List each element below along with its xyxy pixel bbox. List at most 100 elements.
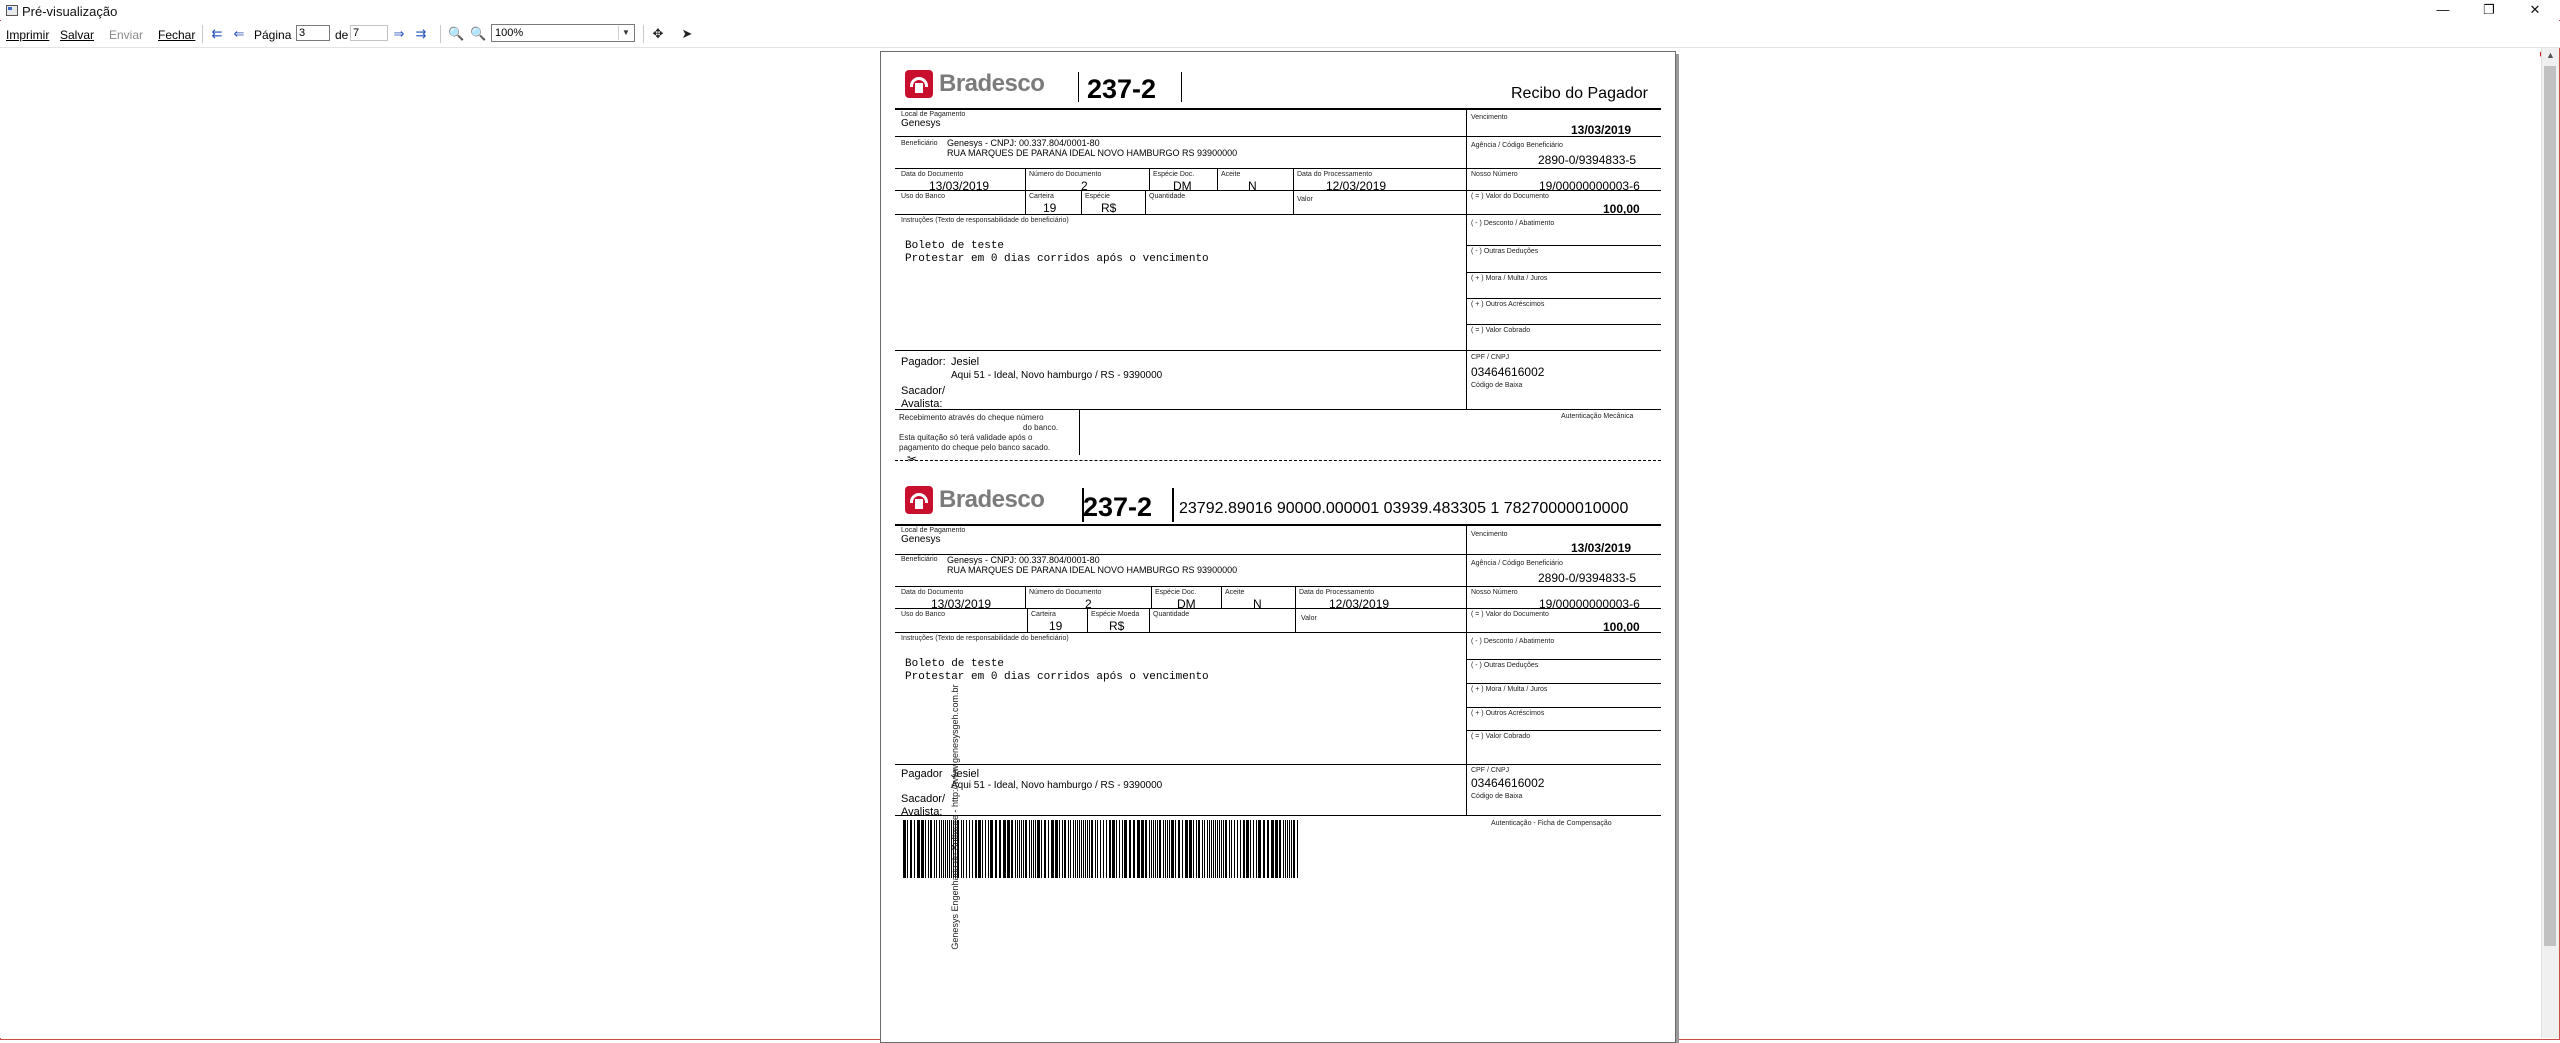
slip-payment-place-label: Local de Pagamento	[901, 527, 966, 534]
receipt-payer-name: Jesiel	[951, 356, 980, 368]
receipt-payer-label: Pagador:	[901, 356, 946, 368]
scrollbar-thumb[interactable]	[2544, 66, 2556, 946]
slip-charged-label: ( = ) Valor Cobrado	[1471, 733, 1531, 740]
barcode-bar	[1037, 820, 1040, 878]
barcode-bar	[1237, 820, 1238, 878]
vertical-scrollbar[interactable]: ▲	[2541, 48, 2559, 1038]
barcode-bar	[1109, 820, 1111, 878]
barcode-bar	[1240, 820, 1241, 878]
receipt-beneficiary-line1: Genesys - CNPJ: 00.337.804/0001-80	[947, 138, 1100, 148]
barcode-bar	[910, 820, 912, 878]
barcode-bar	[1103, 820, 1104, 878]
barcode-bar	[1007, 820, 1010, 878]
barcode-bar	[903, 820, 906, 878]
maximize-button[interactable]: ❐	[2466, 0, 2512, 20]
slip-our-number-label: Nosso Número	[1471, 589, 1518, 596]
barcode-bar	[1289, 820, 1290, 878]
boleto-page: Bradesco 237-2 Recibo do Pagador Local d…	[880, 51, 1676, 1043]
barcode-bar	[1215, 820, 1216, 878]
barcode-bar	[961, 820, 962, 878]
slip-interest-label: ( + ) Mora / Multa / Juros	[1471, 686, 1548, 693]
last-page-icon[interactable]: ⇉	[414, 26, 428, 42]
slip-discount-label: ( - ) Desconto / Abatimento	[1471, 638, 1555, 645]
barcode-bar	[1097, 820, 1098, 878]
barcode-bar	[945, 820, 946, 878]
barcode-bar	[1198, 820, 1200, 878]
page-of-label: de	[335, 28, 349, 42]
barcode-bar	[1025, 820, 1027, 878]
save-button[interactable]: Salvar	[60, 28, 94, 42]
chevron-down-icon[interactable]: ▼	[618, 26, 633, 40]
barcode-bar	[1112, 820, 1115, 878]
close-preview-button[interactable]: Fechar	[158, 28, 195, 42]
barcode-bar	[1017, 820, 1018, 878]
barcode-bar	[1116, 820, 1117, 878]
barcode-bar	[1081, 820, 1082, 878]
move-icon[interactable]: ✥	[650, 26, 666, 42]
slip-cpf-label: CPF / CNPJ	[1471, 767, 1510, 774]
slip-value-label: Valor	[1301, 615, 1317, 622]
barcode-bar	[914, 820, 915, 878]
barcode-bar	[1193, 820, 1194, 878]
barcode-bar	[1159, 820, 1161, 878]
barcode-bar	[1169, 820, 1170, 878]
slip-agency: 2890-0/9394833-5	[1538, 571, 1637, 585]
zoom-out-icon[interactable]: 🔍	[448, 26, 464, 42]
bradesco-logo-icon	[905, 70, 933, 98]
pointer-icon[interactable]: ➤	[680, 26, 694, 42]
receipt-instructions-label: Instruções (Texto de responsabilidade do…	[901, 217, 1069, 224]
receipt-deductions-label: ( - ) Outras Deduções	[1471, 248, 1539, 255]
slip-beneficiary-line1: Genesys - CNPJ: 00.337.804/0001-80	[947, 555, 1100, 565]
slip-bank-name: Bradesco	[939, 486, 1045, 513]
barcode-bar	[917, 820, 920, 878]
barcode-bar	[1033, 820, 1034, 878]
receipt-doc-number-label: Número do Documento	[1029, 171, 1102, 178]
barcode-bar	[1209, 820, 1210, 878]
zoom-select[interactable]: 100% ▼	[491, 24, 635, 42]
barcode-bar	[1129, 820, 1131, 878]
barcode-bar	[1189, 820, 1192, 878]
slip-accept-label: Aceite	[1225, 589, 1245, 596]
scissors-icon: ✂	[907, 452, 918, 466]
close-button[interactable]: ✕	[2512, 0, 2558, 20]
barcode-bar	[1041, 820, 1042, 878]
scroll-up-icon[interactable]: ▲	[2542, 50, 2559, 60]
slip-drawer-label: Sacador/	[901, 793, 946, 805]
send-button[interactable]: Enviar	[109, 28, 143, 42]
minimize-button[interactable]: —	[2420, 0, 2466, 20]
barcode-bar	[1223, 820, 1224, 878]
barcode-bar	[1263, 820, 1265, 878]
next-page-icon[interactable]: ⇒	[392, 26, 406, 42]
zoom-in-icon[interactable]: 🔍	[470, 26, 486, 42]
barcode-bar	[1079, 820, 1080, 878]
barcode-bar	[1100, 820, 1101, 878]
slip-wallet: 19	[1049, 619, 1063, 633]
barcode-bar	[925, 820, 926, 878]
slip-wallet-label: Carteira	[1031, 611, 1056, 618]
barcode-bar	[947, 820, 948, 878]
first-page-icon[interactable]: ⇇	[210, 26, 224, 42]
page-total-field	[350, 25, 388, 41]
toolbar: Imprimir Salvar Enviar Fechar ⇇ ⇐ Página…	[0, 21, 2560, 64]
receipt-instruction-1: Boleto de teste	[905, 240, 1005, 252]
barcode-bar	[1011, 820, 1013, 878]
slip-cpf: 03464616002	[1471, 776, 1545, 790]
title-bar[interactable]: Pré-visualização — ❐ ✕	[0, 0, 2560, 20]
receipt-additions-label: ( + ) Outros Acréscimos	[1471, 301, 1545, 308]
barcode-bar	[1095, 820, 1096, 878]
receipt-doc-date-label: Data do Documento	[901, 171, 964, 178]
barcode-bar	[1137, 820, 1140, 878]
barcode-bar	[1157, 820, 1158, 878]
print-button[interactable]: Imprimir	[6, 28, 49, 42]
window-title: Pré-visualização	[22, 4, 118, 19]
receipt-beneficiary-line2: RUA MARQUES DE PARANA IDEAL NOVO HAMBURG…	[947, 148, 1238, 158]
receipt-currency-label: Espécie	[1085, 193, 1110, 200]
page-number-input[interactable]	[296, 25, 330, 41]
previous-page-icon[interactable]: ⇐	[232, 26, 246, 42]
slip-payer-address: Aqui 51 - Ideal, Novo hamburgo / RS - 93…	[951, 780, 1163, 791]
barcode-bar	[1182, 820, 1183, 878]
slip-lower-code-label: Código de Baixa	[1471, 793, 1523, 800]
receipt-wallet-label: Carteira	[1029, 193, 1054, 200]
barcode-bar	[1229, 820, 1230, 878]
slip-due-label: Vencimento	[1471, 531, 1508, 538]
